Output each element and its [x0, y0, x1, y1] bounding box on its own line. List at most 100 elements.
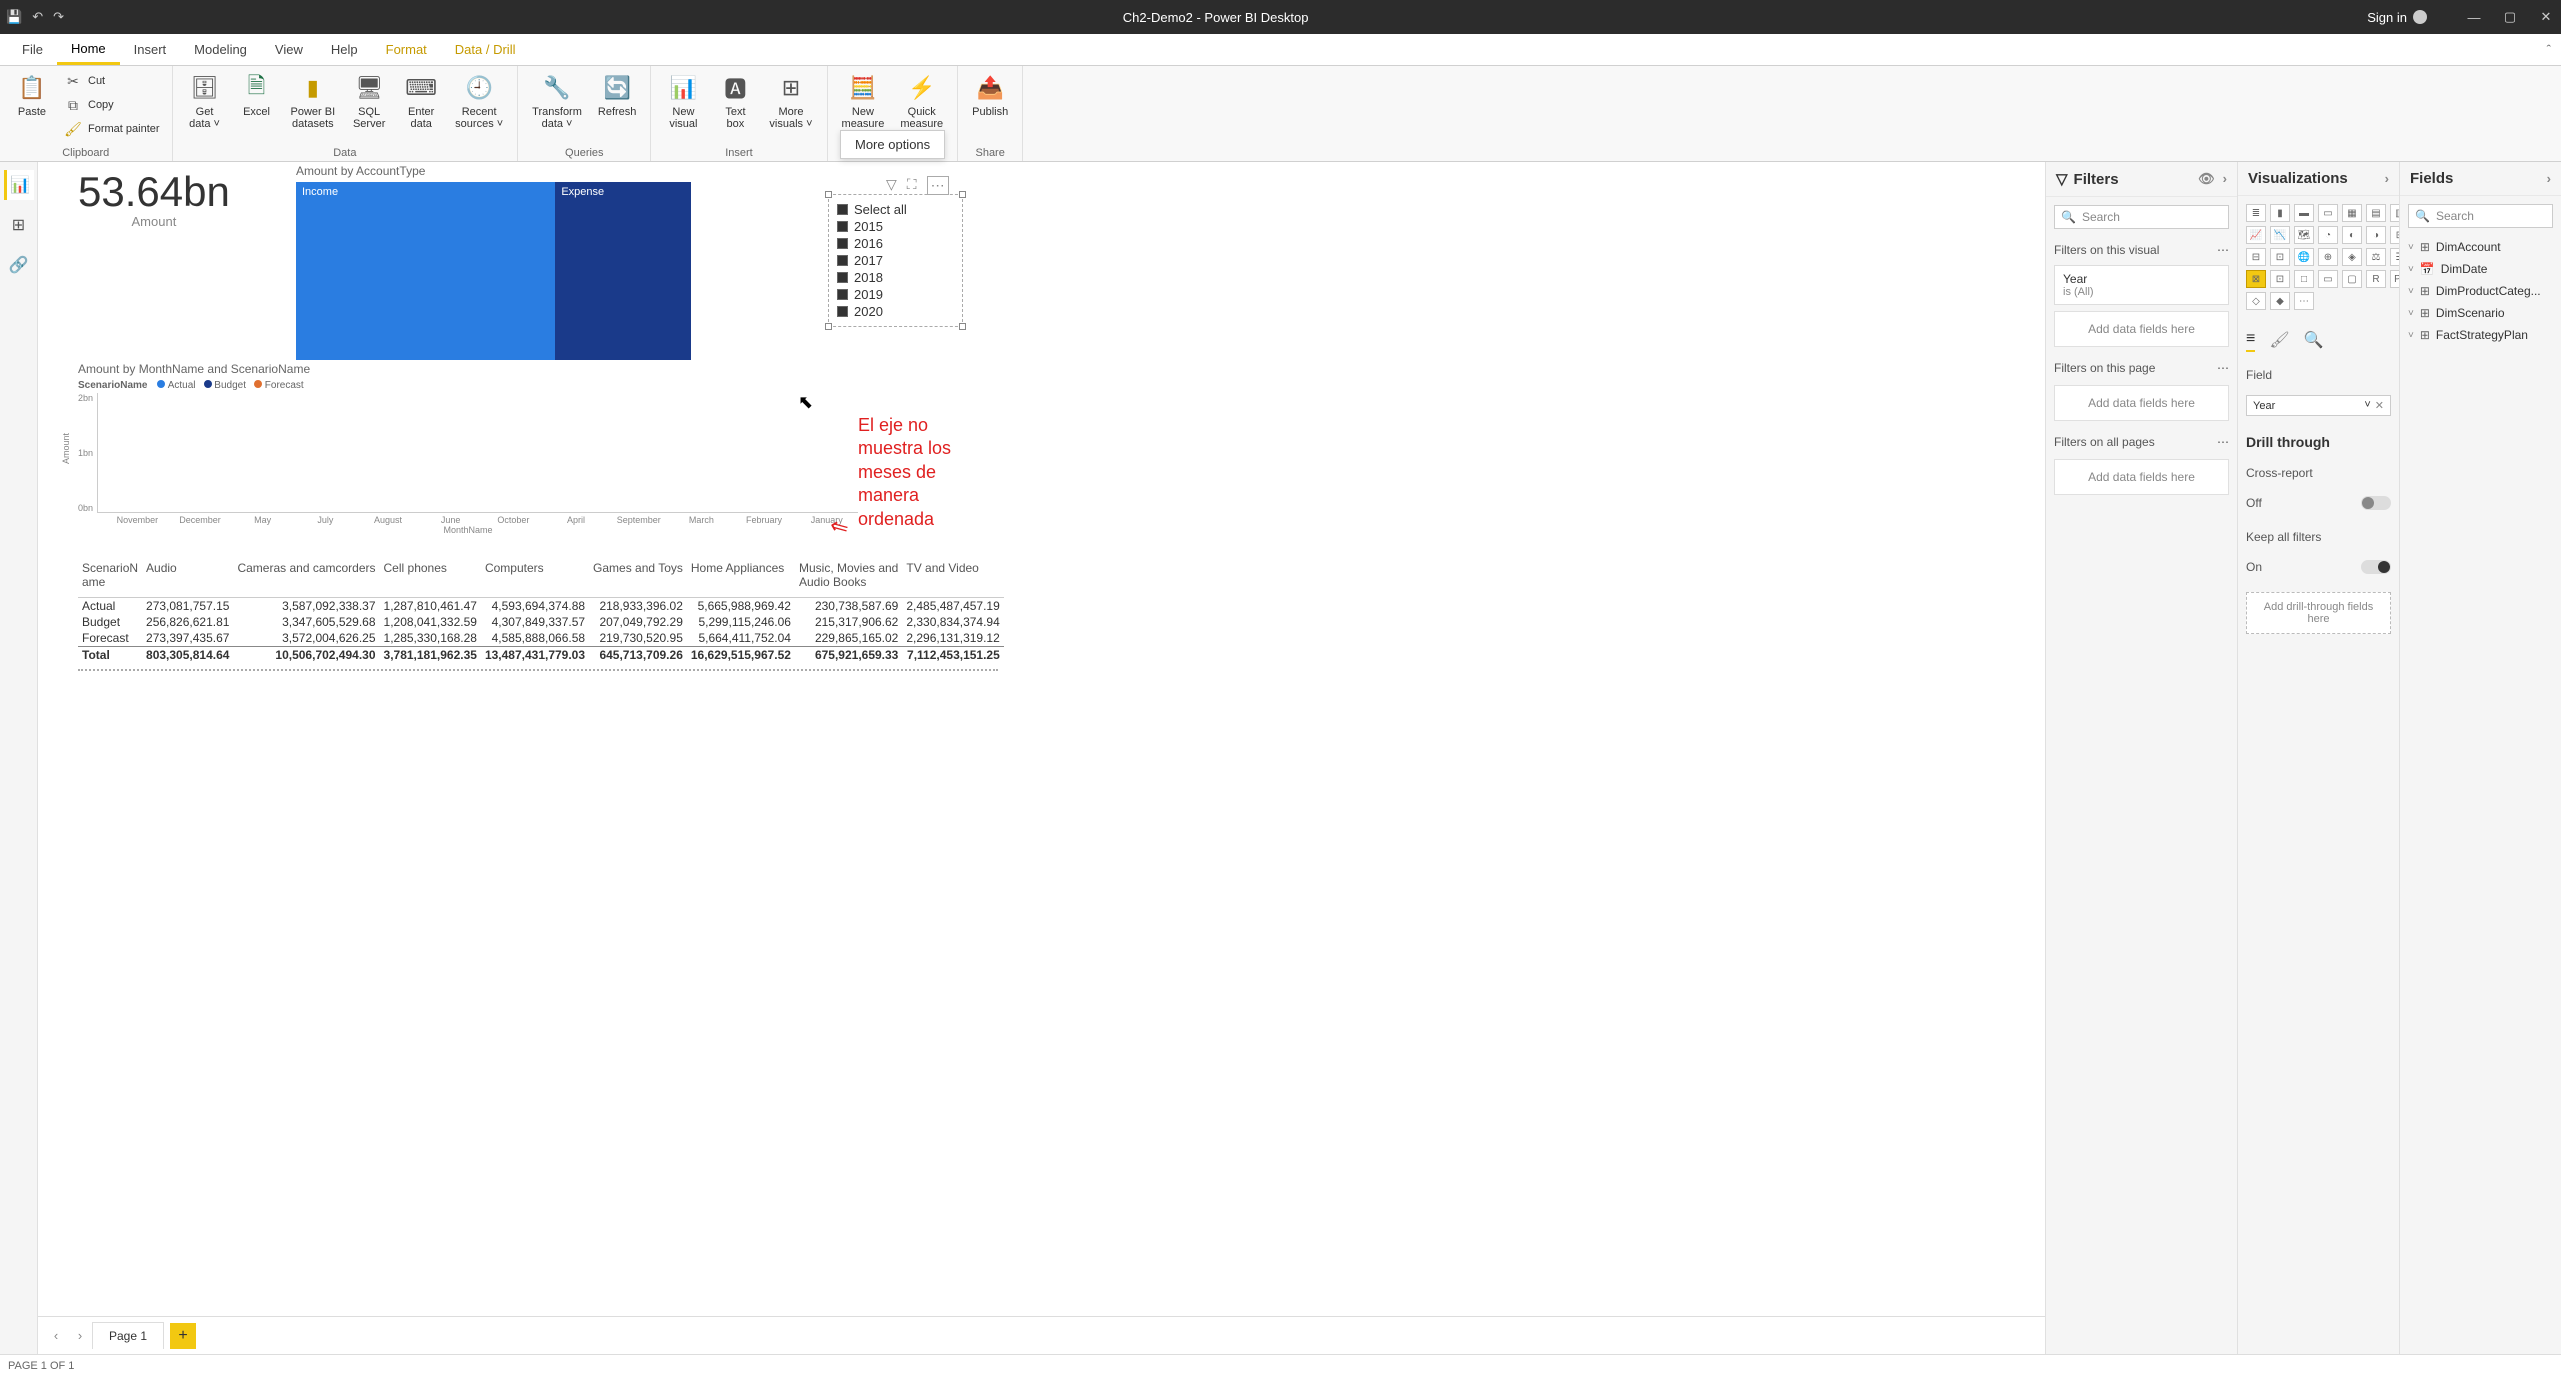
transform-data-button[interactable]: 🔧Transform data ˅: [526, 70, 588, 132]
viz-type-button[interactable]: ⊠: [2246, 270, 2266, 288]
collapse-pane-icon[interactable]: ›: [2223, 171, 2227, 187]
analytics-tab-icon[interactable]: 🔍: [2304, 330, 2324, 352]
more-visuals-button[interactable]: ⊞More visuals ˅: [763, 70, 818, 132]
viz-type-button[interactable]: ◐: [2342, 226, 2362, 244]
slicer-item[interactable]: 2017: [837, 252, 954, 269]
slicer-item[interactable]: 2018: [837, 269, 954, 286]
enter-data-button[interactable]: ⌨Enter data: [397, 70, 445, 132]
add-page-button[interactable]: +: [170, 1323, 196, 1349]
copy-button[interactable]: ⧉Copy: [60, 94, 164, 116]
year-slicer[interactable]: Select all201520162017201820192020: [828, 194, 963, 327]
page-tab-1[interactable]: Page 1: [92, 1322, 164, 1349]
get-data-button[interactable]: 🗄Get data ˅: [181, 70, 229, 132]
format-painter-button[interactable]: 🖌Format painter: [60, 118, 164, 140]
close-button[interactable]: ✕: [2537, 9, 2555, 25]
redo-icon[interactable]: ↷: [53, 9, 64, 25]
paste-button[interactable]: 📋Paste: [8, 70, 56, 120]
focus-icon[interactable]: ⛶: [907, 176, 917, 195]
cross-report-toggle[interactable]: [2361, 496, 2391, 510]
keep-filters-toggle[interactable]: [2361, 560, 2391, 574]
slicer-item[interactable]: 2020: [837, 303, 954, 320]
card-visual[interactable]: 53.64bn Amount: [78, 168, 230, 229]
slicer-item[interactable]: 2019: [837, 286, 954, 303]
filter-icon[interactable]: ▽: [886, 176, 897, 195]
tab-help[interactable]: Help: [317, 34, 372, 65]
new-visual-button[interactable]: 📊New visual: [659, 70, 707, 132]
tab-insert[interactable]: Insert: [120, 34, 181, 65]
recent-sources-button[interactable]: 🕘Recent sources ˅: [449, 70, 509, 132]
filter-card-year[interactable]: Year is (All): [2054, 265, 2229, 305]
matrix-visual[interactable]: ScenarioN ameAudioCameras and camcorders…: [78, 558, 998, 671]
drill-through-drop[interactable]: Add drill-through fields here: [2246, 592, 2391, 634]
model-view-button[interactable]: 🔗: [4, 250, 34, 280]
viz-type-button[interactable]: ⊟: [2246, 248, 2266, 266]
section-menu-icon[interactable]: ⋯: [2217, 435, 2229, 449]
viz-type-button[interactable]: ☰: [2390, 248, 2399, 266]
treemap-expense[interactable]: Expense: [555, 182, 691, 360]
collapse-pane-icon[interactable]: ›: [2547, 171, 2551, 186]
viz-type-button[interactable]: ◈: [2342, 248, 2362, 266]
fields-search[interactable]: 🔍 Search: [2408, 204, 2553, 228]
viz-type-button[interactable]: ▭: [2318, 204, 2338, 222]
format-tab-icon[interactable]: 🖌: [2269, 330, 2289, 352]
filter-drop-visual[interactable]: Add data fields here: [2054, 311, 2229, 347]
viz-type-button[interactable]: ⊕: [2318, 248, 2338, 266]
maximize-button[interactable]: ▢: [2501, 9, 2519, 25]
viz-type-button[interactable]: ▤: [2366, 204, 2386, 222]
cut-button[interactable]: ✂Cut: [60, 70, 164, 92]
viz-type-button[interactable]: ⊡: [2270, 248, 2290, 266]
table-row[interactable]: Budget256,826,621.813,347,605,529.681,20…: [78, 614, 1004, 630]
viz-type-button[interactable]: R: [2366, 270, 2386, 288]
tab-file[interactable]: File: [8, 34, 57, 65]
viz-type-button[interactable]: ⊡: [2270, 270, 2290, 288]
viz-type-button[interactable]: ≣: [2246, 204, 2266, 222]
page-prev[interactable]: ‹: [44, 1328, 68, 1343]
viz-type-button[interactable]: ▭: [2318, 270, 2338, 288]
section-menu-icon[interactable]: ⋯: [2217, 361, 2229, 375]
minimize-button[interactable]: —: [2465, 10, 2483, 25]
viz-type-button[interactable]: ▮: [2270, 204, 2290, 222]
publish-button[interactable]: 📤Publish: [966, 70, 1014, 120]
viz-type-button[interactable]: ◆: [2270, 292, 2290, 310]
viz-type-button[interactable]: □: [2294, 270, 2314, 288]
data-view-button[interactable]: ⊞: [4, 210, 34, 240]
viz-type-button[interactable]: ◇: [2246, 292, 2266, 310]
viz-type-button[interactable]: ◔: [2318, 226, 2338, 244]
remove-field-icon[interactable]: ✕: [2375, 399, 2384, 412]
viz-type-button[interactable]: ▢: [2342, 270, 2362, 288]
pbi-datasets-button[interactable]: ▮Power BI datasets: [285, 70, 342, 132]
report-view-button[interactable]: 📊: [4, 170, 34, 200]
field-table[interactable]: ˅⊞DimScenario: [2408, 304, 2553, 322]
tab-format[interactable]: Format: [372, 34, 441, 65]
fields-tab-icon[interactable]: ≡: [2246, 330, 2255, 352]
field-table[interactable]: ˅⊞DimAccount: [2408, 238, 2553, 256]
viz-type-button[interactable]: 📈: [2246, 226, 2266, 244]
filter-drop-page[interactable]: Add data fields here: [2054, 385, 2229, 421]
refresh-button[interactable]: 🔄Refresh: [592, 70, 643, 120]
tab-view[interactable]: View: [261, 34, 317, 65]
table-row[interactable]: Forecast273,397,435.673,572,004,626.251,…: [78, 630, 1004, 647]
table-row[interactable]: Actual273,081,757.153,587,092,338.371,28…: [78, 598, 1004, 615]
treemap-visual[interactable]: Amount by AccountType Income Expense: [296, 164, 691, 360]
report-canvas[interactable]: 53.64bn Amount Amount by AccountType Inc…: [38, 162, 2045, 1354]
sql-server-button[interactable]: 🖥SQL Server: [345, 70, 393, 132]
tab-modeling[interactable]: Modeling: [180, 34, 261, 65]
field-well-year[interactable]: Year ˅✕: [2246, 395, 2391, 416]
field-table[interactable]: ˅⊞DimProductCateg...: [2408, 282, 2553, 300]
new-measure-button[interactable]: 🧮New measure: [836, 70, 891, 132]
viz-type-button[interactable]: 🗺: [2294, 226, 2314, 244]
viz-type-button[interactable]: ⋯: [2294, 292, 2314, 310]
filter-search[interactable]: 🔍 Search: [2054, 205, 2229, 229]
viz-type-button[interactable]: 🌐: [2294, 248, 2314, 266]
chevron-down-icon[interactable]: ˅: [2364, 399, 2370, 412]
viz-type-button[interactable]: 📉: [2270, 226, 2290, 244]
slicer-item[interactable]: Select all: [837, 201, 954, 218]
table-total-row[interactable]: Total803,305,814.6410,506,702,494.303,78…: [78, 647, 1004, 664]
undo-icon[interactable]: ↶: [32, 9, 43, 25]
eye-icon[interactable]: 👁: [2198, 171, 2215, 187]
viz-type-button[interactable]: ▬: [2294, 204, 2314, 222]
viz-type-button[interactable]: ▥: [2390, 204, 2399, 222]
page-next[interactable]: ›: [68, 1328, 92, 1343]
excel-button[interactable]: 🗎Excel: [233, 70, 281, 120]
collapse-pane-icon[interactable]: ›: [2385, 171, 2389, 186]
